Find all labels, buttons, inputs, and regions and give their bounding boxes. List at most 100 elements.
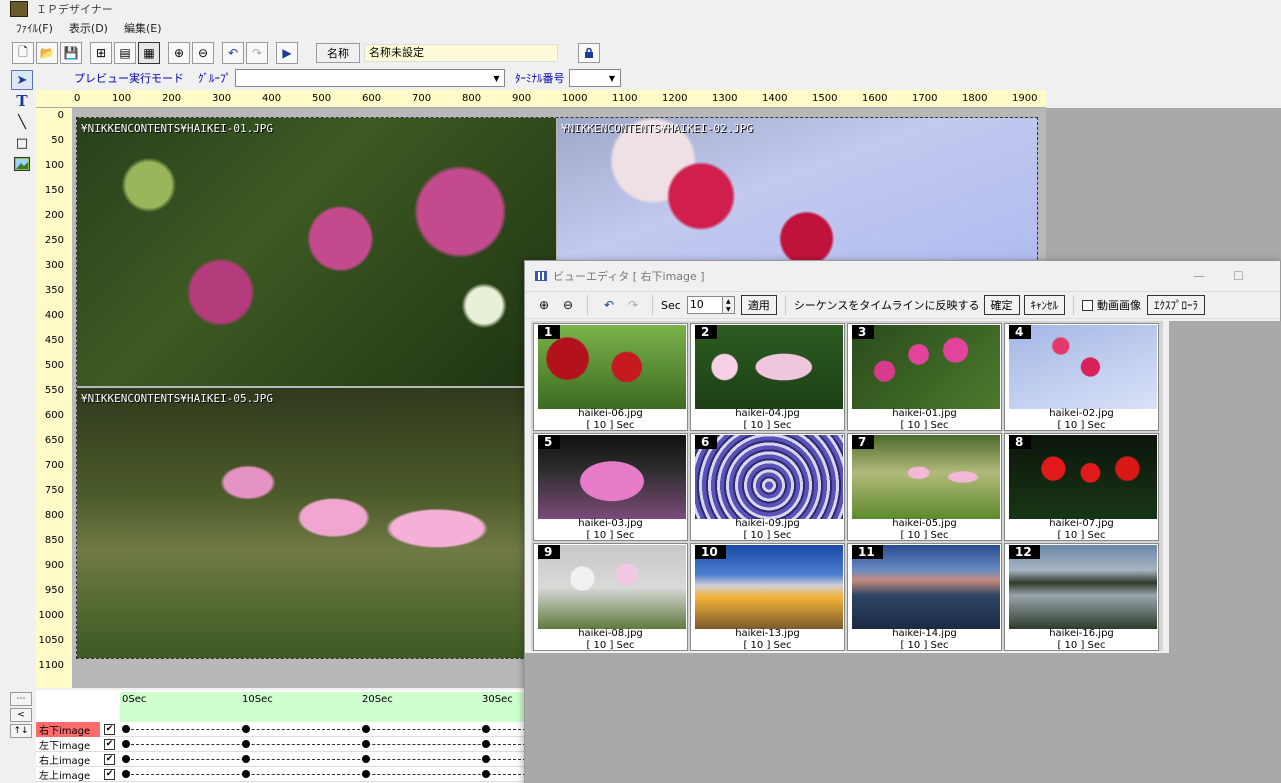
- track-checkbox[interactable]: ✔: [104, 738, 115, 750]
- timeline-track[interactable]: [120, 752, 526, 767]
- more-button[interactable]: ⋯: [10, 692, 32, 706]
- sequence-item[interactable]: 8 haikei-07.jpg[ 10 ] Sec: [1004, 433, 1159, 541]
- cancel-button[interactable]: ｷｬﾝｾﾙ: [1023, 295, 1065, 315]
- dialog-title: ビューエディタ [ 右下image ]: [553, 270, 705, 283]
- reorder-button[interactable]: ↑↓: [10, 724, 32, 738]
- ruler-tick-label: 950: [44, 585, 64, 596]
- timeline-track[interactable]: [120, 767, 526, 782]
- minimize-icon[interactable]: —: [1193, 269, 1205, 283]
- timeline-controls: ⋯ < ↑↓: [10, 692, 34, 783]
- window-title: ＩＰデザイナー: [36, 3, 113, 16]
- time-label: 30Sec: [482, 694, 513, 705]
- ruler-tick-label: 50: [51, 135, 64, 146]
- item-duration: [ 10 ] Sec: [743, 420, 792, 431]
- ruler-tick-label: 600: [44, 410, 64, 421]
- timeline-header: 0Sec 10Sec 20Sec 30Sec: [120, 692, 526, 722]
- menu-bar: ﾌｧｲﾙ(F) 表示(D) 編集(E): [0, 19, 1281, 37]
- movie-checkbox[interactable]: [1082, 299, 1093, 311]
- sequence-item[interactable]: 9 haikei-08.jpg[ 10 ] Sec: [533, 543, 688, 651]
- item-number: 2: [695, 325, 718, 339]
- track-name: 左下image: [39, 740, 91, 752]
- play-icon[interactable]: ▶: [276, 42, 298, 64]
- ruler-tick-label: 800: [44, 510, 64, 521]
- track-row[interactable]: 左上image ✔: [36, 767, 120, 782]
- confirm-button[interactable]: 確定: [983, 295, 1020, 315]
- name-field[interactable]: 名称未設定: [364, 44, 558, 62]
- item-filename: haikei-01.jpg: [892, 408, 957, 419]
- menu-view[interactable]: 表示(D): [69, 20, 108, 36]
- item-number: 1: [538, 325, 561, 339]
- ruler-tick-label: 200: [162, 93, 182, 104]
- sequence-label: シーケンスをタイムラインに反映する: [793, 299, 980, 312]
- item-filename: haikei-06.jpg: [578, 408, 643, 419]
- sequence-item[interactable]: 1 haikei-06.jpg[ 10 ] Sec: [533, 323, 688, 431]
- ruler-tick-label: 550: [44, 385, 64, 396]
- properties-icon[interactable]: ▤: [114, 42, 136, 64]
- redo-icon[interactable]: ↷: [622, 294, 644, 316]
- ruler-tick-label: 750: [44, 485, 64, 496]
- sequence-item[interactable]: 5 haikei-03.jpg[ 10 ] Sec: [533, 433, 688, 541]
- zoom-out-icon[interactable]: ⊖: [557, 294, 579, 316]
- collapse-button[interactable]: <: [10, 708, 32, 722]
- ruler-tick-label: 400: [44, 310, 64, 321]
- timeline-track[interactable]: [120, 737, 526, 752]
- terminal-select[interactable]: ▼: [568, 69, 621, 87]
- save-icon[interactable]: 💾: [60, 42, 82, 64]
- sequence-item[interactable]: 10 haikei-13.jpg[ 10 ] Sec: [690, 543, 845, 651]
- item-filename: haikei-08.jpg: [578, 628, 643, 639]
- sequence-item[interactable]: 12 haikei-16.jpg[ 10 ] Sec: [1004, 543, 1159, 651]
- track-row[interactable]: 右上image ✔: [36, 752, 120, 767]
- image-tool-icon[interactable]: [11, 154, 33, 174]
- undo-icon[interactable]: ↶: [222, 42, 244, 64]
- ruler-tick-label: 700: [44, 460, 64, 471]
- zoom-in-icon[interactable]: ⊕: [533, 294, 555, 316]
- track-row[interactable]: 左下image ✔: [36, 737, 120, 752]
- group-select[interactable]: ▼: [235, 69, 505, 87]
- ruler-tick-label: 1100: [38, 660, 64, 671]
- sequence-item[interactable]: 11 haikei-14.jpg[ 10 ] Sec: [847, 543, 1002, 651]
- ruler-tick-label: 500: [312, 93, 332, 104]
- workspace-background: [1046, 108, 1281, 268]
- time-label: 10Sec: [242, 694, 273, 705]
- grid-view-icon[interactable]: ▦: [138, 42, 160, 64]
- ruler-tick-label: 0: [57, 110, 64, 121]
- undo-icon[interactable]: ↶: [598, 294, 620, 316]
- item-number: 9: [538, 545, 561, 559]
- ruler-tick-label: 850: [44, 535, 64, 546]
- timeline-track[interactable]: [120, 722, 526, 737]
- ruler-tick-label: 100: [112, 93, 132, 104]
- line-tool-icon[interactable]: ╲: [11, 112, 33, 132]
- tree-icon[interactable]: ⊞: [90, 42, 112, 64]
- sequence-item[interactable]: 6 haikei-09.jpg[ 10 ] Sec: [690, 433, 845, 541]
- app-icon: [10, 1, 28, 17]
- zoom-out-icon[interactable]: ⊖: [192, 42, 214, 64]
- menu-edit[interactable]: 編集(E): [124, 20, 162, 36]
- track-row[interactable]: 右下image ✔: [36, 721, 120, 737]
- sec-input[interactable]: 10: [686, 296, 723, 314]
- explorer-button[interactable]: ｴｸｽﾌﾟﾛｰﾗ: [1147, 295, 1205, 315]
- maximize-icon[interactable]: ☐: [1233, 269, 1244, 283]
- item-filename: haikei-16.jpg: [1049, 628, 1114, 639]
- ruler-tick-label: 1400: [762, 93, 788, 104]
- sequence-item[interactable]: 2 haikei-04.jpg[ 10 ] Sec: [690, 323, 845, 431]
- text-tool-icon[interactable]: T: [11, 91, 33, 111]
- track-checkbox[interactable]: ✔: [104, 753, 115, 765]
- rectangle-tool-icon[interactable]: □: [11, 133, 33, 153]
- ruler-tick-label: 250: [44, 235, 64, 246]
- redo-icon[interactable]: ↷: [246, 42, 268, 64]
- sequence-item[interactable]: 7 haikei-05.jpg[ 10 ] Sec: [847, 433, 1002, 541]
- sequence-item[interactable]: 3 haikei-01.jpg[ 10 ] Sec: [847, 323, 1002, 431]
- track-checkbox[interactable]: ✔: [104, 723, 115, 735]
- ruler-tick-label: 1200: [662, 93, 688, 104]
- lock-icon[interactable]: [578, 43, 600, 63]
- apply-button[interactable]: 適用: [740, 295, 777, 315]
- track-checkbox[interactable]: ✔: [104, 768, 115, 780]
- grid-icon: [535, 271, 547, 281]
- new-file-icon[interactable]: 🗋: [12, 42, 34, 64]
- sequence-item[interactable]: 4 haikei-02.jpg[ 10 ] Sec: [1004, 323, 1159, 431]
- menu-file[interactable]: ﾌｧｲﾙ(F): [16, 20, 53, 36]
- pointer-tool-icon[interactable]: ➤: [11, 70, 33, 90]
- zoom-in-icon[interactable]: ⊕: [168, 42, 190, 64]
- sec-spinner[interactable]: ▲ ▼: [722, 296, 735, 314]
- open-folder-icon[interactable]: 📂: [36, 42, 58, 64]
